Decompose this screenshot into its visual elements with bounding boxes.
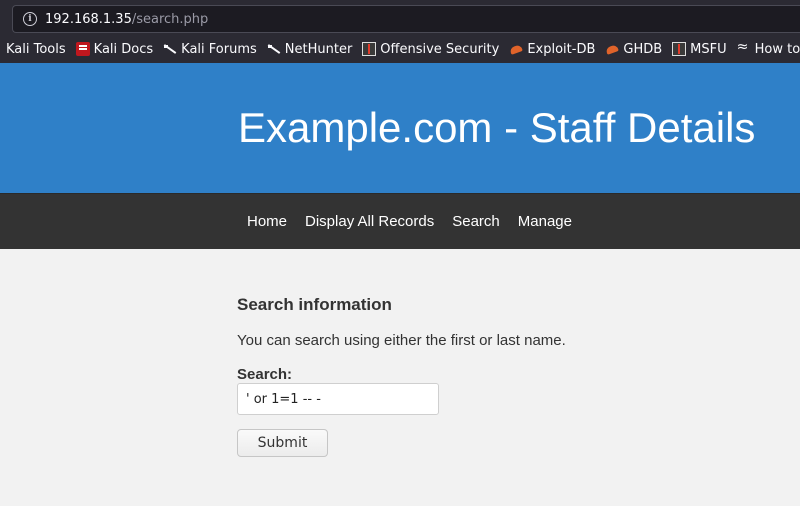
bookmark-ghdb[interactable]: GHDB <box>605 42 662 57</box>
nav-manage[interactable]: Manage <box>518 213 572 230</box>
address-bar[interactable]: i 192.168.1.35/search.php <box>12 5 800 33</box>
page-header: Example.com - Staff Details <box>0 63 800 193</box>
bookmark-label: Exploit-DB <box>527 41 596 57</box>
browser-chrome: i 192.168.1.35/search.php Kali Tools Kal… <box>0 0 800 63</box>
section-title: Search information <box>237 295 392 314</box>
bookmarks-bar: Kali Tools Kali Docs Kali Forums NetHunt… <box>0 38 800 60</box>
bookmark-nethunter[interactable]: NetHunter <box>267 41 353 57</box>
nav-home[interactable]: Home <box>247 213 287 230</box>
info-icon[interactable]: i <box>23 12 37 26</box>
bookmark-label: Offensive Security <box>380 41 500 57</box>
bookmark-label: Kali Forums <box>181 41 257 57</box>
bookmark-label: Kali Tools <box>6 41 66 57</box>
kali-dragon-icon <box>163 42 177 56</box>
bookmark-exploit-db[interactable]: Exploit-DB <box>509 42 595 57</box>
bookmark-kali-tools[interactable]: Kali Tools <box>6 42 66 57</box>
kali-dragon-icon <box>267 42 281 56</box>
kali-docs-icon <box>75 42 90 56</box>
url-text[interactable]: 192.168.1.35/search.php <box>45 12 208 27</box>
main-nav: Home Display All Records Search Manage <box>0 193 800 249</box>
wave-icon <box>737 39 751 56</box>
exploit-db-icon <box>509 42 523 56</box>
bookmark-offensive-security[interactable]: Offensive Security <box>362 42 499 57</box>
url-host: 192.168.1.35 <box>45 11 132 27</box>
bookmark-msfu[interactable]: MSFU <box>672 41 727 57</box>
search-hint: You can search using either the first or… <box>237 332 566 349</box>
bookmark-label: How to <box>754 41 800 57</box>
bookmark-label: NetHunter <box>284 41 353 57</box>
search-input[interactable] <box>237 383 439 415</box>
bookmark-kali-forums[interactable]: Kali Forums <box>163 42 257 57</box>
page-title: Example.com - Staff Details <box>238 104 756 151</box>
bookmark-label: GHDB <box>623 41 663 57</box>
offsec-icon <box>362 42 377 56</box>
url-path: /search.php <box>131 11 209 27</box>
nav-display-all-records[interactable]: Display All Records <box>305 213 434 230</box>
submit-button[interactable]: Submit <box>237 429 328 457</box>
search-form-section: Search information You can search using … <box>0 249 800 506</box>
bookmark-label: Kali Docs <box>93 41 154 57</box>
offsec-icon <box>672 42 687 56</box>
nav-search[interactable]: Search <box>452 213 500 230</box>
exploit-db-icon <box>605 42 619 56</box>
search-label: Search: <box>237 366 293 383</box>
bookmark-label: MSFU <box>690 41 727 57</box>
bookmark-kali-docs[interactable]: Kali Docs <box>75 41 154 57</box>
bookmark-how-to[interactable]: How to <box>737 39 800 57</box>
